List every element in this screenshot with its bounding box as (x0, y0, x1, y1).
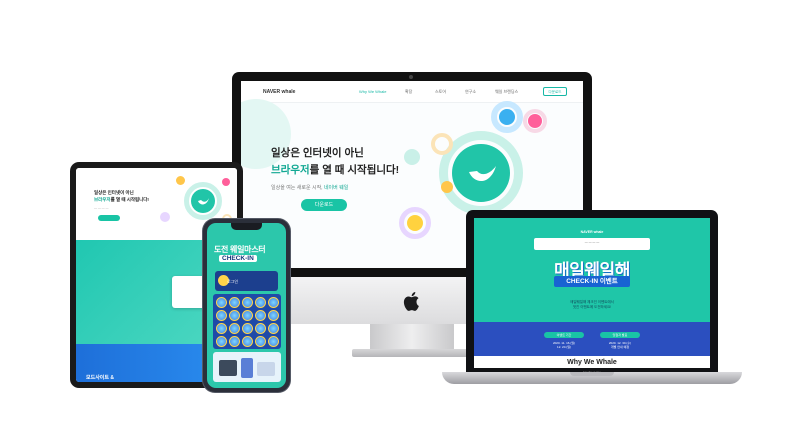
ipad-headline-highlight: 브라우저 (94, 197, 111, 202)
iphone-notch (231, 223, 262, 230)
prize-laptop (219, 360, 237, 376)
prize-banner (213, 352, 281, 382)
checkin-subtitle: CHECK-IN (219, 255, 257, 262)
badge-icon (255, 323, 266, 334)
badge-icon (242, 323, 253, 334)
hero-download-button[interactable]: 다운로드 (301, 199, 347, 211)
star-icon (407, 215, 423, 231)
ipad-headline-rest: 를 열 때 시작됩니다! (110, 197, 149, 202)
event-period-value: 2020. 11. 16.(월) 12. 20.(일) (544, 341, 584, 349)
badge-icon (268, 297, 279, 308)
why-title: Why We Whale (567, 359, 617, 366)
macbook-device: NAVER whale — — — — 매일웨일해 CHECK-IN 이벤트 매… (442, 210, 742, 394)
device-mockup-stage: NAVER whale Why We Whale 확장 스토어 연구소 웨일 브… (0, 0, 790, 440)
subtext-highlight: 네이버 웨일 (323, 185, 349, 191)
badge-icon (268, 336, 279, 347)
event-announce-value-2: 개별 안내 예정 (610, 345, 630, 349)
badge-icon (255, 310, 266, 321)
subtext-start: 일상을 여는 새로운 시작, (271, 185, 323, 191)
event-period-value-2: 12. 20.(일) (557, 345, 571, 349)
headline-rest: 를 열 때 시작됩니다! (309, 164, 400, 176)
decor-dot (499, 109, 515, 125)
event-announce-box: 당첨자 발표 2020. 12. 30.(수) 개별 안내 예정 (600, 332, 640, 352)
badge-icon (229, 297, 240, 308)
camera-icon (409, 75, 413, 79)
decor-dot (176, 176, 185, 185)
decor-dot (404, 149, 420, 165)
badge-icon (268, 310, 279, 321)
badge-icon (216, 336, 227, 347)
apple-icon (403, 292, 419, 311)
event-announce-label: 당첨자 발표 (600, 332, 640, 338)
badge-icon (216, 323, 227, 334)
event-body-line2: 멋진 이벤트에 도전하세요! (572, 305, 612, 309)
badge-icon (216, 310, 227, 321)
hero-subtext: 일상을 여는 새로운 시작, 네이버 웨일 (271, 184, 348, 191)
macbook-screen: NAVER whale — — — — 매일웨일해 CHECK-IN 이벤트 매… (474, 218, 710, 368)
macbook-lid: NAVER whale — — — — 매일웨일해 CHECK-IN 이벤트 매… (466, 210, 718, 374)
event-body: 매일웨일해 체크인 이벤트에서 멋진 이벤트에 도전하세요! (474, 300, 710, 310)
event-intro-box: — — — — (534, 238, 650, 250)
decor-ring (431, 133, 453, 155)
event-logo: NAVER whale (580, 230, 604, 234)
ipad-headline-line2: 브라우저를 열 때 시작됩니다! (94, 197, 149, 203)
ipad-headline-line1: 일상은 인터넷이 아닌 (94, 190, 134, 195)
event-subheadline: CHECK-IN 이벤트 (554, 276, 630, 287)
event-announce-value: 2020. 12. 30.(수) 개별 안내 예정 (600, 341, 640, 349)
event-info-section (474, 322, 710, 356)
ipad-subtext: — — — — (94, 206, 109, 210)
whale-app-icon (452, 144, 510, 202)
badge-icon (268, 323, 279, 334)
nav-item-extension[interactable]: 확장 (405, 89, 412, 95)
whale-logo[interactable]: NAVER whale (263, 89, 295, 95)
hero-headline-line2: 브라우저를 열 때 시작됩니다! (271, 162, 399, 177)
badge-icon (229, 323, 240, 334)
badge-icon (229, 310, 240, 321)
headline-highlight: 브라우저 (271, 164, 310, 176)
prize-phone (241, 358, 253, 378)
event-period-box: 이벤트 기간 2020. 11. 16.(월) 12. 20.(일) (544, 332, 584, 352)
site-nav: NAVER whale Why We Whale 확장 스토어 연구소 웨일 브… (241, 81, 583, 103)
badge-icon (255, 297, 266, 308)
ipad-footer-text: 모드사이트 & (86, 375, 115, 381)
decor-dot (441, 181, 453, 193)
iphone-screen: 도전 웨일마스터 CHECK-IN 로그인 (207, 223, 286, 388)
iphone-device: 도전 웨일마스터 CHECK-IN 로그인 (203, 219, 290, 392)
badge-icon (242, 310, 253, 321)
prize-tablet (257, 362, 275, 376)
ipad-download-button[interactable] (98, 215, 120, 221)
badge-icon (255, 336, 266, 347)
user-card (215, 271, 278, 291)
nav-download-button[interactable]: 다운로드 (543, 87, 567, 96)
event-period-label: 이벤트 기간 (544, 332, 584, 338)
nav-item-lab[interactable]: 연구소 (465, 89, 476, 95)
decor-dot (222, 178, 230, 186)
checkin-title: 도전 웨일마스터 (214, 245, 266, 254)
whale-app-icon (191, 189, 215, 213)
badge-icon (216, 297, 227, 308)
badge-icon (242, 297, 253, 308)
macbook-notch (570, 372, 614, 376)
decor-dot (528, 114, 542, 128)
badge-grid (213, 294, 281, 349)
nav-item-why[interactable]: Why We Whale (359, 89, 387, 94)
nav-item-store[interactable]: 스토어 (435, 89, 446, 95)
badge-icon (229, 336, 240, 347)
nav-item-branding[interactable]: 웨일 브랜딩스 (495, 89, 518, 95)
hero-headline-line1: 일상은 인터넷이 아닌 (271, 147, 364, 159)
badge-icon (242, 336, 253, 347)
decor-dot (160, 212, 170, 222)
login-label[interactable]: 로그인 (227, 279, 238, 285)
